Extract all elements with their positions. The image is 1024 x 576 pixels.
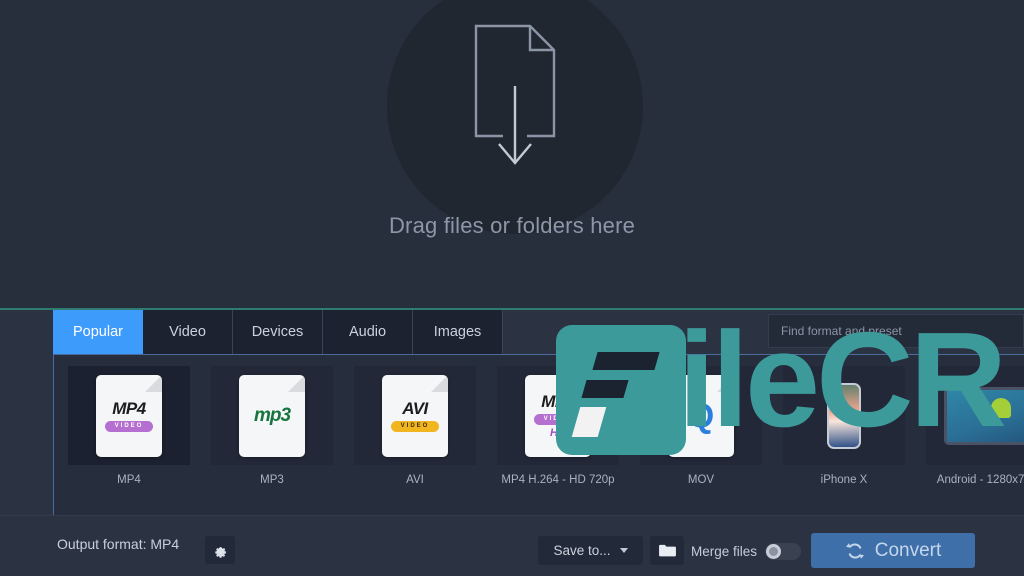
format-icon-text: Q	[687, 396, 715, 435]
convert-label: Convert	[874, 539, 942, 561]
hd-badge: HD	[550, 426, 566, 439]
format-thumb: MP4 VIDEO HD	[497, 366, 619, 465]
output-format-label: Output format: MP4	[57, 536, 180, 552]
tab-label: Video	[169, 324, 206, 340]
format-thumb: AVI VIDEO	[354, 366, 476, 465]
tab-video[interactable]: Video	[143, 310, 233, 354]
folder-icon	[658, 544, 676, 557]
mp4-file-icon: MP4 VIDEO	[96, 374, 162, 457]
format-icon-text: AVI	[402, 398, 428, 418]
format-search-input[interactable]: Find format and preset	[768, 314, 1024, 348]
gear-icon	[214, 546, 226, 558]
format-icon-pill: VIDEO	[391, 420, 439, 432]
format-icon-pill: VIDEO	[534, 413, 582, 425]
tab-label: Audio	[348, 324, 387, 340]
drop-zone-label: Drag files or folders here	[388, 213, 636, 238]
format-tabs: Popular Video Devices Audio Images	[53, 310, 503, 354]
browse-folder-button[interactable]	[650, 536, 684, 565]
output-settings-button[interactable]	[205, 536, 235, 564]
android-robot-icon	[991, 397, 1011, 418]
tab-popular[interactable]: Popular	[53, 310, 143, 354]
format-card-label: MOV	[687, 474, 715, 486]
format-card-label: AVI	[406, 474, 424, 486]
refresh-icon	[845, 542, 864, 559]
format-card-mp4[interactable]: MP4 VIDEO MP4	[68, 366, 190, 486]
chevron-down-icon	[619, 548, 628, 553]
format-icon-text: mp3	[253, 404, 291, 426]
tab-images[interactable]: Images	[413, 310, 503, 354]
format-search-placeholder: Find format and preset	[781, 324, 902, 338]
tab-audio[interactable]: Audio	[323, 310, 413, 354]
format-thumb	[783, 366, 905, 465]
format-card-mp4-h264-hd720p[interactable]: MP4 VIDEO HD MP4 H.264 - HD 720p	[497, 366, 619, 486]
mov-quicktime-icon: Q	[668, 374, 734, 457]
format-card-label: MP4	[117, 474, 141, 486]
format-icon-pill: VIDEO	[105, 420, 153, 432]
iphone-device-icon	[827, 382, 861, 449]
android-tablet-icon	[944, 386, 1024, 445]
tab-label: Images	[433, 324, 482, 340]
format-thumb: mp3	[211, 366, 333, 465]
format-icon-text: MP4	[541, 391, 575, 411]
format-panel: « Popular Video Devices Audio Images Fin…	[0, 310, 1024, 576]
save-to-label: Save to...	[553, 543, 611, 558]
file-drop-zone[interactable]: Drag files or folders here	[0, 0, 1024, 310]
mp3-file-icon: mp3	[239, 374, 305, 457]
format-thumb: MP4 VIDEO	[68, 366, 190, 465]
format-card-iphone-x[interactable]: iPhone X	[783, 366, 905, 486]
format-card-label: MP3	[260, 474, 284, 486]
format-card-avi[interactable]: AVI VIDEO AVI	[354, 366, 476, 486]
mp4-hd-file-icon: MP4 VIDEO HD	[525, 374, 591, 457]
save-to-button[interactable]: Save to...	[538, 536, 643, 565]
format-card-label: iPhone X	[820, 474, 868, 486]
format-icon-text: MP4	[112, 398, 146, 418]
format-cards-row: MP4 VIDEO MP4 mp3 MP3 AVI VIDEO AVI MP4 …	[68, 366, 1024, 486]
tab-label: Popular	[73, 324, 123, 340]
avi-file-icon: AVI VIDEO	[382, 374, 448, 457]
format-thumb	[926, 366, 1024, 465]
format-card-mp3[interactable]: mp3 MP3	[211, 366, 333, 486]
tab-devices[interactable]: Devices	[233, 310, 323, 354]
merge-files-toggle[interactable]	[765, 543, 801, 560]
convert-button[interactable]: Convert	[811, 533, 975, 568]
merge-files-label: Merge files	[691, 544, 758, 559]
format-card-mov[interactable]: Q MOV	[640, 366, 762, 486]
format-card-label: Android - 1280x720	[936, 474, 1024, 486]
document-download-icon	[472, 20, 558, 170]
tab-label: Devices	[251, 324, 304, 340]
movavi-video-converter-window: Drag files or folders here « Popular Vid…	[0, 0, 1024, 576]
format-card-label: MP4 H.264 - HD 720p	[501, 474, 615, 486]
format-thumb: Q	[640, 366, 762, 465]
toggle-knob	[766, 544, 781, 559]
format-card-android[interactable]: Android - 1280x720	[926, 366, 1024, 486]
